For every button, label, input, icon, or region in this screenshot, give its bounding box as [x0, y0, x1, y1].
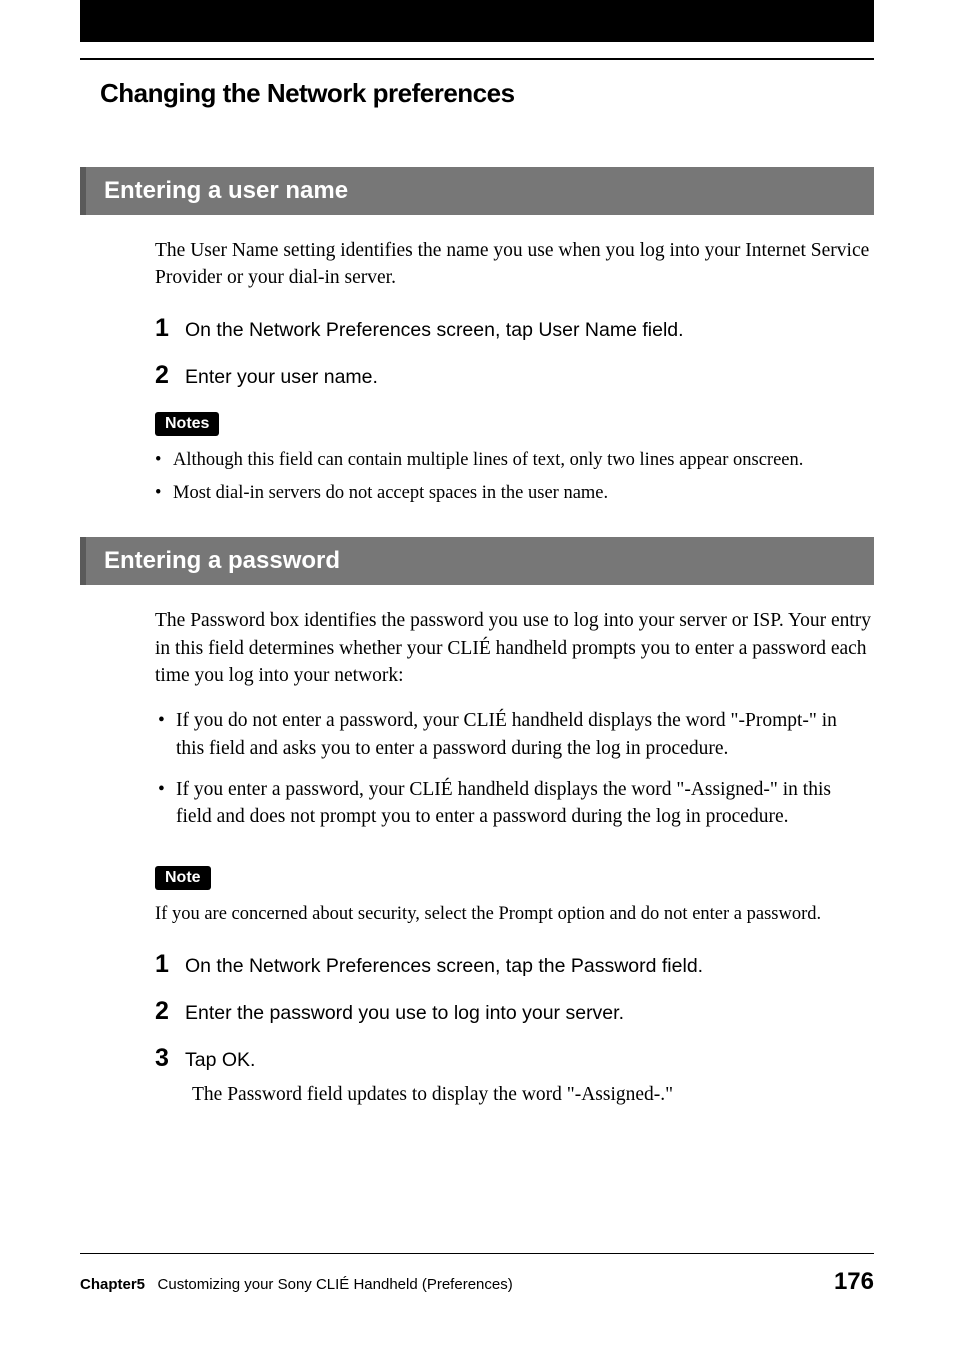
- step-1-username: 1 On the Network Preferences screen, tap…: [155, 314, 874, 343]
- step-3-password: 3 Tap OK.: [155, 1044, 874, 1073]
- chapter-text-content: Customizing your Sony CLIÉ Handheld (Pre…: [158, 1276, 513, 1293]
- note-text-password: If you are concerned about security, sel…: [155, 902, 854, 928]
- section-intro-password: The Password box identifies the password…: [155, 607, 874, 689]
- chapter-text: [149, 1276, 157, 1293]
- step-number: 2: [155, 997, 175, 1026]
- footer-left: Chapter5 Customizing your Sony CLIÉ Hand…: [80, 1276, 513, 1293]
- step-2-username: 2 Enter your user name.: [155, 361, 874, 390]
- bullet-item: If you enter a password, your CLIÉ handh…: [158, 776, 854, 831]
- section-header-password: Entering a password: [80, 537, 874, 585]
- step-2-password: 2 Enter the password you use to log into…: [155, 997, 874, 1026]
- note-label: Note: [155, 866, 211, 890]
- section-intro-username: The User Name setting identifies the nam…: [155, 237, 874, 292]
- step-text: On the Network Preferences screen, tap U…: [185, 319, 874, 342]
- page-number: 176: [834, 1268, 874, 1296]
- step-1-password: 1 On the Network Preferences screen, tap…: [155, 950, 874, 979]
- step-number: 2: [155, 361, 175, 390]
- page-footer: Chapter5 Customizing your Sony CLIÉ Hand…: [80, 1253, 874, 1296]
- note-item: Most dial-in servers do not accept space…: [155, 481, 854, 507]
- top-rule: [80, 58, 874, 60]
- page-title: Changing the Network preferences: [100, 78, 954, 109]
- bullet-item: If you do not enter a password, your CLI…: [158, 707, 854, 762]
- step-3-subtext: The Password field updates to display th…: [192, 1081, 874, 1108]
- notes-list-username: Although this field can contain multiple…: [155, 448, 854, 508]
- note-item: Although this field can contain multiple…: [155, 448, 854, 474]
- step-number: 3: [155, 1044, 175, 1073]
- step-text: On the Network Preferences screen, tap t…: [185, 955, 874, 978]
- step-number: 1: [155, 950, 175, 979]
- step-text: Enter your user name.: [185, 366, 874, 389]
- top-black-bar: [80, 0, 874, 42]
- step-number: 1: [155, 314, 175, 343]
- section-header-username: Entering a user name: [80, 167, 874, 215]
- password-bullet-list: If you do not enter a password, your CLI…: [158, 707, 854, 830]
- step-text: Enter the password you use to log into y…: [185, 1002, 874, 1025]
- notes-label: Notes: [155, 412, 219, 436]
- chapter-label: Chapter5: [80, 1276, 145, 1293]
- step-text: Tap OK.: [185, 1049, 874, 1072]
